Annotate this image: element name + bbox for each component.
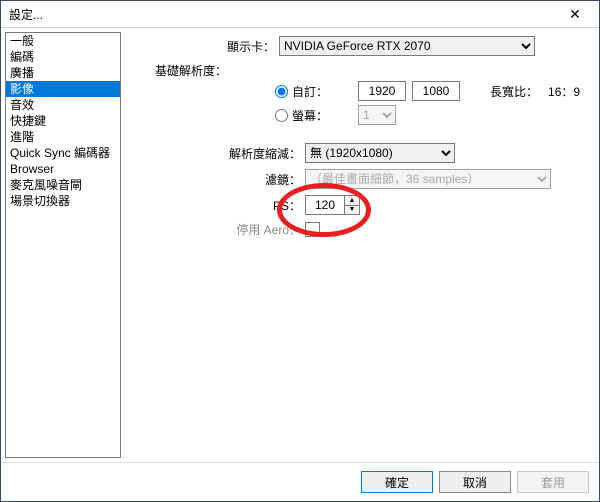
cancel-button[interactable]: 取消 bbox=[439, 471, 511, 493]
sidebar-item-quicksync[interactable]: Quick Sync 編碼器 bbox=[6, 145, 120, 161]
fps-label: PS： bbox=[125, 197, 305, 214]
sidebar-item-scene-switcher[interactable]: 場景切換器 bbox=[6, 193, 120, 209]
row-filter: 濾鏡： （最佳畫面細節，36 samples） bbox=[125, 169, 589, 189]
dialog-button-bar: 確定 取消 套用 bbox=[1, 462, 599, 501]
window-close-button[interactable]: ✕ bbox=[555, 1, 595, 27]
sidebar-item-broadcast[interactable]: 廣播 bbox=[6, 65, 120, 81]
display-card-select[interactable]: NVIDIA GeForce RTX 2070 bbox=[279, 36, 535, 56]
spinner-up-icon[interactable]: ▲ bbox=[345, 196, 359, 206]
fps-spinner-buttons[interactable]: ▲ ▼ bbox=[344, 196, 359, 214]
row-base-res: 基礎解析度： bbox=[125, 62, 589, 79]
window-title: 設定... bbox=[9, 6, 43, 23]
filter-label: 濾鏡： bbox=[125, 171, 305, 188]
sidebar-item-general[interactable]: 一般 bbox=[6, 33, 120, 49]
display-card-label: 顯示卡： bbox=[125, 38, 279, 55]
video-settings-panel: 顯示卡： NVIDIA GeForce RTX 2070 基礎解析度： 自訂： bbox=[125, 28, 599, 462]
ok-button[interactable]: 確定 bbox=[361, 471, 433, 493]
titlebar: 設定... ✕ bbox=[1, 1, 599, 28]
downscale-select[interactable]: 無 (1920x1080) bbox=[305, 143, 455, 163]
aero-checkbox[interactable] bbox=[305, 222, 320, 237]
fps-spinner[interactable]: ▲ ▼ bbox=[305, 195, 360, 215]
custom-height-input[interactable] bbox=[412, 81, 460, 101]
row-custom-res: 自訂： 長寬比： 16：9 bbox=[275, 81, 589, 101]
base-res-group: 自訂： 長寬比： 16：9 螢幕： 1 bbox=[275, 81, 589, 125]
monitor-select[interactable]: 1 bbox=[358, 105, 396, 125]
sidebar-item-video[interactable]: 影像 bbox=[6, 81, 120, 97]
downscale-label: 解析度縮減： bbox=[125, 145, 305, 162]
window-body: 一般 編碼 廣播 影像 音效 快捷鍵 進階 Quick Sync 編碼器 Bro… bbox=[1, 28, 599, 462]
row-display-card: 顯示卡： NVIDIA GeForce RTX 2070 bbox=[125, 36, 589, 56]
radio-monitor-label: 螢幕： bbox=[292, 107, 328, 124]
row-monitor-res: 螢幕： 1 bbox=[275, 105, 589, 125]
aero-label: 停用 Aero： bbox=[125, 221, 305, 238]
sidebar-item-audio[interactable]: 音效 bbox=[6, 97, 120, 113]
row-fps: PS： ▲ ▼ bbox=[125, 195, 589, 215]
settings-window: 設定... ✕ 一般 編碼 廣播 影像 音效 快捷鍵 進階 Quick Sync… bbox=[0, 0, 600, 502]
sidebar-item-browser[interactable]: Browser bbox=[6, 161, 120, 177]
radio-monitor[interactable] bbox=[275, 109, 288, 122]
sidebar-item-advanced[interactable]: 進階 bbox=[6, 129, 120, 145]
sidebar-item-noise-gate[interactable]: 麥克風噪音閘 bbox=[6, 177, 120, 193]
apply-button[interactable]: 套用 bbox=[517, 471, 589, 493]
base-res-label: 基礎解析度： bbox=[125, 62, 231, 79]
sidebar-item-hotkeys[interactable]: 快捷鍵 bbox=[6, 113, 120, 129]
category-list[interactable]: 一般 編碼 廣播 影像 音效 快捷鍵 進階 Quick Sync 編碼器 Bro… bbox=[5, 32, 121, 458]
spinner-down-icon[interactable]: ▼ bbox=[345, 206, 359, 215]
radio-custom[interactable] bbox=[275, 85, 288, 98]
custom-width-input[interactable] bbox=[358, 81, 406, 101]
row-aero: 停用 Aero： bbox=[125, 221, 589, 238]
filter-select[interactable]: （最佳畫面細節，36 samples） bbox=[305, 169, 551, 189]
aspect-value: 16：9 bbox=[548, 83, 580, 100]
row-downscale: 解析度縮減： 無 (1920x1080) bbox=[125, 143, 589, 163]
close-icon: ✕ bbox=[569, 6, 581, 23]
fps-input[interactable] bbox=[306, 196, 344, 214]
aspect-label: 長寬比： bbox=[490, 83, 538, 100]
radio-custom-label: 自訂： bbox=[292, 83, 328, 100]
sidebar-item-encoding[interactable]: 編碼 bbox=[6, 49, 120, 65]
